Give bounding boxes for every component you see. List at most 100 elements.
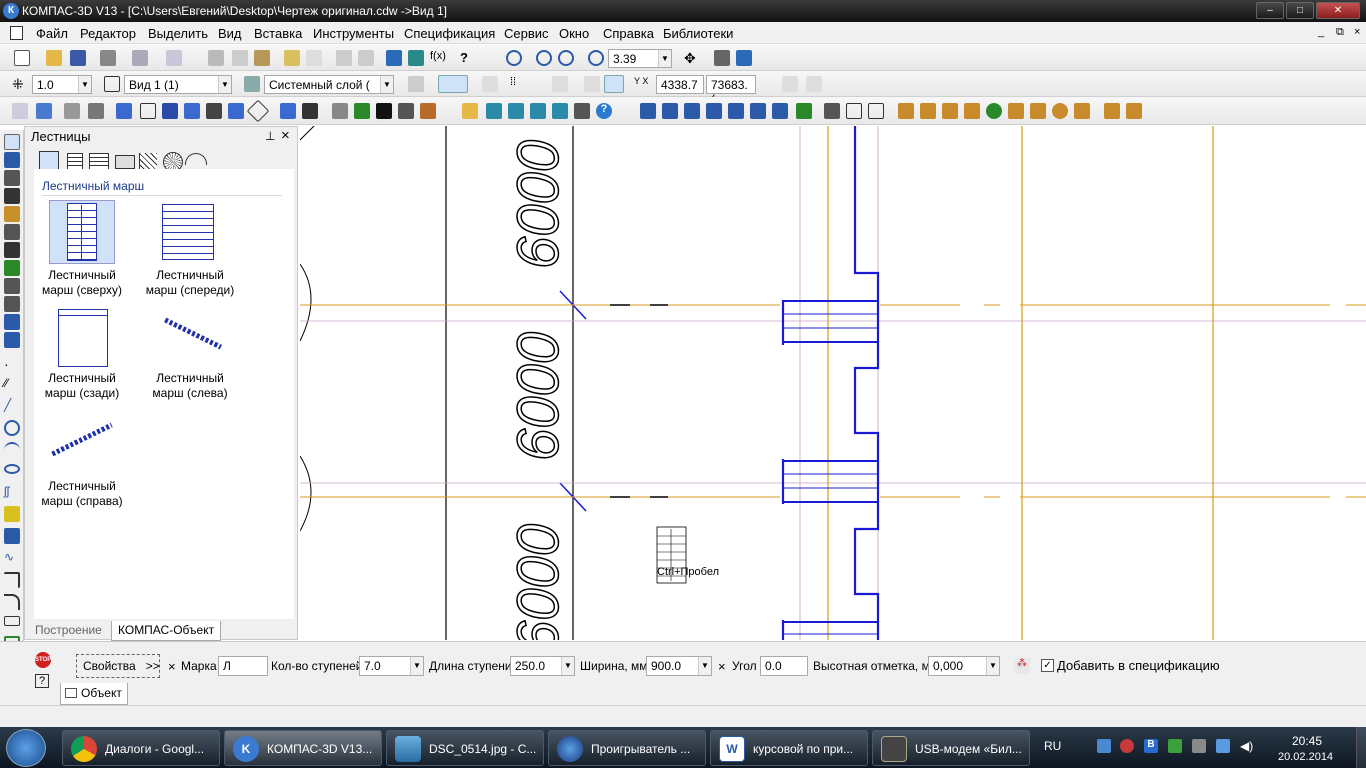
tool-17-icon[interactable] [398,103,414,119]
tool-5-icon[interactable] [116,103,132,119]
tab-object[interactable]: Объект [60,683,128,705]
properties-button[interactable]: Свойства >> [76,654,160,678]
add-to-spec-checkbox[interactable]: ✓ [1041,659,1054,672]
local-cs-icon[interactable] [408,76,424,92]
start-button[interactable] [6,729,46,767]
redo-icon[interactable] [358,50,374,66]
task-usb-modem[interactable]: USB-модем «Бил... [872,730,1030,766]
format-icon[interactable] [782,76,798,92]
tool-43-icon[interactable] [1074,103,1090,119]
chamfer-icon[interactable] [4,572,20,588]
ellipse-icon[interactable] [4,464,20,474]
tool-33-icon[interactable] [824,103,840,119]
manager-icon[interactable] [386,50,402,66]
tab-kompas-object[interactable]: КОМПАС-Объект [111,621,222,641]
pin-icon[interactable]: ⊥ [265,129,275,143]
tool-19-icon[interactable] [462,103,478,119]
close-button[interactable]: ✕ [1316,2,1360,19]
menu-view[interactable]: Вид [218,26,242,41]
tool-21-icon[interactable] [508,103,524,119]
segment-icon[interactable]: ╱ [4,398,20,414]
arch-icon[interactable] [4,332,20,348]
maximize-button[interactable]: □ [1286,2,1314,19]
tool-39-icon[interactable] [964,103,980,119]
step-length-input[interactable]: 250.0 ▼ [510,656,575,676]
tool-8-icon[interactable] [184,103,200,119]
refresh-icon[interactable] [736,50,752,66]
task-media-player[interactable]: Проигрыватель ... [548,730,706,766]
tray-antivirus-icon[interactable] [1120,739,1134,753]
zoom-scale-icon[interactable] [588,50,604,66]
tab-construction[interactable]: Построение [29,621,108,641]
snap-magnet-icon[interactable] [438,75,468,93]
cut-icon[interactable] [208,50,224,66]
tray-nvidia-icon[interactable] [1168,739,1182,753]
tool-4-icon[interactable] [88,103,104,119]
tray-volume-icon[interactable]: ◀) [1240,739,1254,753]
tool-1-icon[interactable] [12,103,28,119]
zoom-in-icon[interactable] [536,50,552,66]
spline-icon[interactable]: ʃʃ [4,484,20,500]
task-photo[interactable]: DSC_0514.jpg - C... [386,730,544,766]
tool-20-icon[interactable] [486,103,502,119]
tool-25-icon[interactable] [640,103,656,119]
tools-icon[interactable] [806,76,822,92]
drawing-canvas[interactable]: 6000 6000 6000 Ctrl+Пробел [300,126,1366,640]
show-all-icon[interactable] [714,50,730,66]
tool-30-icon[interactable] [750,103,766,119]
tool-26-icon[interactable] [662,103,678,119]
clock-date[interactable]: 20.02.2014 [1278,751,1333,763]
curve-icon[interactable]: ∿ [4,550,20,566]
tool-41-icon[interactable] [1030,103,1046,119]
angle-input[interactable]: 0.0 [760,656,808,676]
tool-24-icon[interactable] [574,103,590,119]
tool-2-icon[interactable] [36,103,52,119]
tool-16-icon[interactable] [376,103,392,119]
tool-37-icon[interactable] [920,103,936,119]
language-indicator[interactable]: RU [1044,739,1061,753]
layer-combo[interactable]: Системный слой (▼ [264,75,394,94]
menu-help[interactable]: Справка [603,26,654,41]
tool-34-icon[interactable] [846,103,862,119]
tray-signal-icon[interactable] [1216,739,1230,753]
geometry-icon[interactable] [4,134,20,150]
dimensions-icon[interactable] [4,152,20,168]
cursor-step-combo[interactable]: 1.0 ▼ [32,75,92,94]
tray-vk-icon[interactable]: B [1144,739,1158,753]
width-input[interactable]: 900.0 ▼ [646,656,712,676]
measure-icon[interactable] [4,224,20,240]
rectangle-icon[interactable] [4,616,20,626]
menu-service[interactable]: Сервис [504,26,549,41]
task-kompas[interactable]: K КОМПАС-3D V13... [224,730,382,766]
landing-icon[interactable] [115,155,135,169]
tool-11-icon[interactable] [246,99,270,123]
elevation-input[interactable]: 0,000 ▼ [928,656,1000,676]
tree-icon[interactable] [986,103,1002,119]
zoom-out-icon[interactable] [558,50,574,66]
menu-libraries[interactable]: Библиотеки [663,26,733,41]
tool-9-icon[interactable] [206,103,222,119]
select-icon[interactable] [4,242,20,258]
menu-file[interactable]: Файл [36,26,68,41]
view-icon[interactable] [104,76,120,92]
hatch-icon[interactable] [4,506,20,522]
edit-icon[interactable] [4,188,20,204]
help-pointer-icon[interactable]: ? [460,50,476,66]
report-icon[interactable] [4,278,20,294]
tool-14-icon[interactable] [332,103,348,119]
coord-x-field[interactable]: 4338.7 [656,75,704,94]
menu-select[interactable]: Выделить [148,26,208,41]
open-folder-icon[interactable] [46,50,62,66]
save-icon[interactable] [70,50,86,66]
mark-fix-icon[interactable]: × [168,659,176,674]
tool-22-icon[interactable] [530,103,546,119]
help-icon[interactable]: ? [596,103,612,119]
tool-31-icon[interactable] [772,103,788,119]
tool-10-icon[interactable] [228,103,244,119]
help-button[interactable]: ? [35,674,49,688]
polyline-icon[interactable] [4,528,20,544]
tool-36-icon[interactable] [898,103,914,119]
point-icon[interactable]: · [4,356,20,372]
tool-18-icon[interactable] [420,103,436,119]
paste-icon[interactable] [254,50,270,66]
